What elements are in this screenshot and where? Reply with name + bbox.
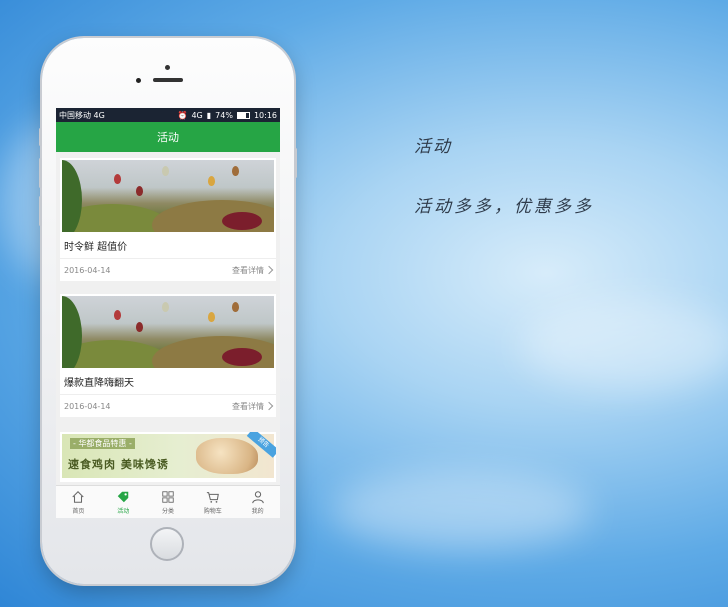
clock: 10:16 [253,110,277,120]
promo-subtitle: 活动多多，优惠多多 [414,197,594,217]
front-camera [165,65,170,70]
user-icon [251,490,264,503]
battery-icon [236,111,250,119]
banner-berries [222,212,262,230]
tab-cart[interactable]: 购物车 [190,486,235,518]
mute-switch [39,128,42,146]
banner-balloon [208,312,215,322]
volume-down-button [39,196,42,226]
activity-date: 2016-04-14 [64,265,111,275]
view-details-label: 查看详情 [232,265,264,275]
banner-balloon [162,302,169,312]
network-label: 4G [191,110,203,120]
phone-frame: 中国移动 4G ⏰ 4G ▮ 74% 10:16 活动 时令鲜 超值价 2016… [39,38,297,584]
banner-balloon [232,302,239,312]
proximity-sensor [136,78,141,83]
activity-title: 爆款直降嗨翻天 [64,378,134,389]
activity-card[interactable]: 时令鲜 超值价 2016-04-14 查看详情 [60,158,276,281]
carrier-label: 中国移动 4G [59,110,105,120]
banner-berries [222,348,262,366]
home-button[interactable] [150,527,184,561]
tab-categories[interactable]: 分类 [146,486,191,518]
tab-activities[interactable]: 活动 [101,486,146,518]
tab-label: 购物车 [203,507,222,515]
bottom-tab-bar: 首页 活动 分类 购物车 我的 [56,485,280,518]
signal-icon: ▮ [206,110,212,120]
tab-label: 活动 [117,507,130,515]
promo-banner-image[interactable]: - 华都食品特惠 - 速食鸡肉 美味馋诱 预告 [62,432,276,478]
volume-up-button [39,158,42,188]
banner-balloon [232,166,239,176]
activity-footer: 2016-04-14 查看详情 [60,258,276,281]
battery-percent: 74% [215,110,233,120]
page-title: 活动 [157,131,179,144]
activity-footer: 2016-04-14 查看详情 [60,394,276,417]
promo-banner-card[interactable]: - 华都食品特惠 - 速食鸡肉 美味馋诱 预告 [60,432,276,482]
promo-title: 活动 [414,137,452,157]
promo-banner-headline: 速食鸡肉 美味馋诱 [68,458,169,471]
banner-balloon [114,174,121,184]
background-cloud [520,300,728,390]
view-details-label: 查看详情 [232,401,264,411]
chevron-right-icon [264,265,274,275]
banner-balloon [114,310,121,320]
cart-icon [206,491,219,503]
promo-banner-subtitle: - 华都食品特惠 - [70,438,135,449]
activity-title: 时令鲜 超值价 [64,242,128,253]
tab-label: 分类 [161,507,174,515]
tab-home[interactable]: 首页 [56,486,101,518]
tab-label: 我的 [251,507,264,515]
grid-icon [162,490,174,503]
view-details-link[interactable]: 查看详情 [232,265,274,276]
phone-screen: 中国移动 4G ⏰ 4G ▮ 74% 10:16 活动 时令鲜 超值价 2016… [56,108,280,518]
power-button [294,148,297,178]
tab-label: 首页 [72,507,85,515]
background-cloud [330,470,590,550]
page-title-bar: 活动 [56,122,280,152]
activity-card[interactable]: 爆款直降嗨翻天 2016-04-14 查看详情 [60,294,276,417]
chicken-image [196,438,258,474]
earpiece-speaker [153,78,183,82]
tag-icon [117,491,129,502]
banner-balloon [162,166,169,176]
chevron-right-icon [264,401,274,411]
banner-balloon [136,322,143,332]
banner-balloon [136,186,143,196]
tab-profile[interactable]: 我的 [235,486,280,518]
status-bar: 中国移动 4G ⏰ 4G ▮ 74% 10:16 [56,108,280,122]
home-icon [72,490,85,503]
activity-date: 2016-04-14 [64,401,111,411]
view-details-link[interactable]: 查看详情 [232,401,274,412]
alarm-icon: ⏰ [177,110,188,120]
banner-balloon [208,176,215,186]
activity-banner-image[interactable] [62,296,274,368]
activity-banner-image[interactable] [62,160,274,232]
